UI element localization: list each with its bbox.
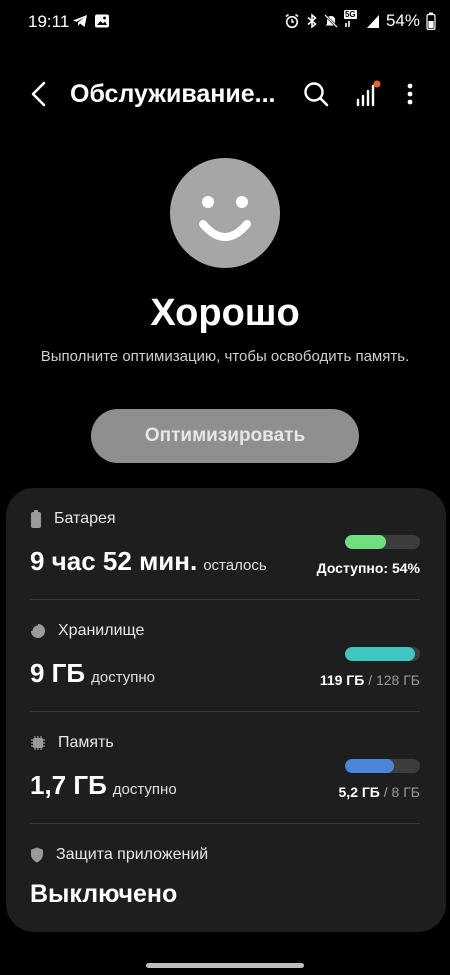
optimize-button[interactable]: Оптимизировать xyxy=(91,409,359,463)
storage-value: 9 ГБ доступно xyxy=(30,658,155,689)
protection-header: Защита приложений xyxy=(30,846,208,864)
memory-label: Память xyxy=(58,734,114,751)
notification-icons xyxy=(72,13,110,29)
memory-value: 1,7 ГБ доступно xyxy=(30,770,177,801)
home-indicator[interactable] xyxy=(146,963,304,968)
back-icon[interactable] xyxy=(24,78,56,110)
network-icon: 5G xyxy=(343,10,360,29)
battery-header: Батарея xyxy=(30,510,116,528)
memory-available: 1,7 ГБ xyxy=(30,770,107,800)
battery-available: Доступно: 54% xyxy=(316,560,420,576)
battery-label: Батарея xyxy=(54,510,116,527)
clock: 19:11 xyxy=(28,12,70,31)
memory-usage: 5,2 ГБ / 8 ГБ xyxy=(339,784,420,800)
bluetooth-icon xyxy=(307,13,317,29)
system-icons: 5G 54% xyxy=(284,10,436,31)
storage-level-bar xyxy=(345,647,420,661)
pie-chart-icon xyxy=(31,624,45,638)
storage-header: Хранилище xyxy=(30,622,144,640)
storage-total: / 128 ГБ xyxy=(364,672,420,688)
memory-level-fill xyxy=(345,759,394,773)
alarm-icon xyxy=(285,13,299,29)
shield-icon xyxy=(31,847,43,863)
page-title: Обслуживание... xyxy=(70,80,276,108)
battery-level-fill xyxy=(345,535,386,549)
mute-icon xyxy=(324,14,338,28)
storage-used: 119 ГБ xyxy=(319,672,365,688)
app-bar: Обслуживание... xyxy=(0,62,450,126)
battery-percent: 54% xyxy=(385,11,420,30)
storage-usage: 119 ГБ / 128 ГБ xyxy=(320,672,420,688)
memory-header: Память xyxy=(30,734,114,752)
battery-icon xyxy=(31,510,41,528)
battery-value: 9 час 52 мин. осталось xyxy=(30,546,267,577)
battery-icon xyxy=(426,12,436,30)
gallery-icon xyxy=(95,14,109,28)
memory-total: / 8 ГБ xyxy=(379,784,420,800)
battery-time-left: 9 час 52 мин. xyxy=(30,546,198,576)
battery-section[interactable]: Батарея 9 час 52 мин. осталось Доступно:… xyxy=(6,488,446,600)
memory-chip-icon xyxy=(31,736,45,750)
memory-suffix: доступно xyxy=(112,781,177,798)
status-face-icon xyxy=(170,158,280,268)
search-icon[interactable] xyxy=(300,78,332,110)
storage-suffix: доступно xyxy=(91,669,156,686)
status-bar: 19:11 5G 54% xyxy=(0,0,450,44)
device-care-card: Батарея 9 час 52 мин. осталось Доступно:… xyxy=(6,488,446,932)
status-description: Выполните оптимизацию, чтобы освободить … xyxy=(40,348,410,365)
protection-label: Защита приложений xyxy=(56,846,209,863)
protection-status: Выключено xyxy=(30,880,178,908)
battery-suffix: осталось xyxy=(203,557,267,574)
storage-level-fill xyxy=(345,647,415,661)
battery-level-bar xyxy=(345,535,420,549)
storage-label: Хранилище xyxy=(58,622,145,639)
storage-available: 9 ГБ xyxy=(30,658,86,688)
more-options-icon[interactable] xyxy=(398,78,422,110)
signal-icon xyxy=(366,15,379,28)
telegram-icon xyxy=(73,15,87,27)
memory-used: 5,2 ГБ xyxy=(338,784,380,800)
memory-section[interactable]: Память 1,7 ГБ доступно 5,2 ГБ / 8 ГБ xyxy=(6,712,446,824)
status-title: Хорошо xyxy=(150,292,300,334)
storage-section[interactable]: Хранилище 9 ГБ доступно 119 ГБ / 128 ГБ xyxy=(6,600,446,712)
memory-level-bar xyxy=(345,759,420,773)
diagnostics-icon[interactable] xyxy=(352,78,384,110)
